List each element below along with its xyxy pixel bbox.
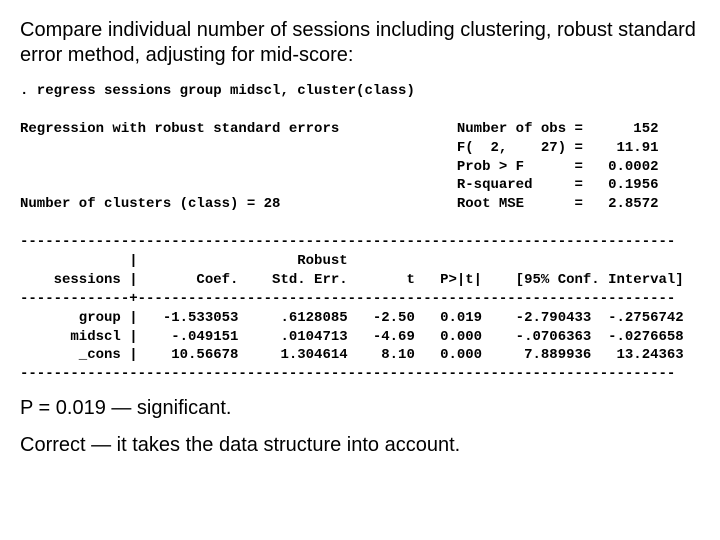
intro-text: Compare individual number of sessions in… xyxy=(20,18,700,68)
stata-command: . regress sessions group midscl, cluster… xyxy=(20,82,700,101)
conclusion-text: Correct — it takes the data structure in… xyxy=(20,433,700,458)
conclusion-p: P = 0.019 — significant. xyxy=(20,396,700,421)
regression-table: ----------------------------------------… xyxy=(20,233,700,384)
regression-header-block: Regression with robust standard errors N… xyxy=(20,120,700,214)
slide: Compare individual number of sessions in… xyxy=(0,0,720,458)
blank-line xyxy=(20,101,700,120)
blank-line-2 xyxy=(20,214,700,233)
